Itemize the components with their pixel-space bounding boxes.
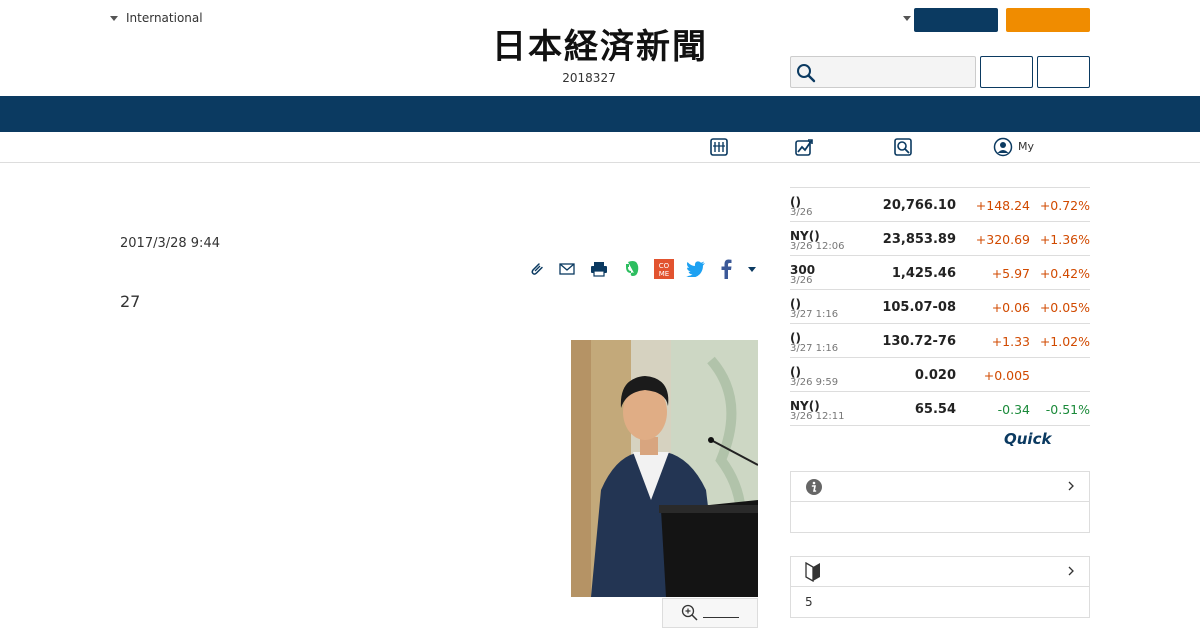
caret-down-icon <box>110 15 118 21</box>
article-lead: 27 <box>120 292 141 311</box>
table-icon[interactable] <box>709 137 729 157</box>
market-value: 130.72-76 <box>882 334 956 349</box>
beginner-box-body: 5 <box>791 587 1089 617</box>
chevron-right-icon <box>1068 481 1074 491</box>
edition-label: International <box>126 11 203 25</box>
login-button[interactable] <box>980 56 1033 88</box>
market-row[interactable]: () 3/26 9:59 0.020 +0.005 <box>790 358 1090 392</box>
evernote-icon[interactable] <box>621 258 643 280</box>
main-nav-bar <box>0 96 1200 132</box>
search-input[interactable] <box>790 56 976 88</box>
print-icon[interactable] <box>588 258 610 280</box>
market-change: +1.33 <box>991 334 1030 349</box>
beginner-box-header[interactable] <box>791 557 1089 587</box>
article-timestamp: 2017/3/28 9:44 <box>120 236 220 251</box>
market-change: -0.34 <box>997 402 1030 417</box>
market-percent: +0.42% <box>1039 266 1090 281</box>
article-photo[interactable] <box>571 340 758 597</box>
quick-logo[interactable]: Quick <box>1004 430 1051 448</box>
market-time: 3/26 12:11 <box>790 411 845 422</box>
zoom-underline <box>703 616 739 618</box>
market-time: 3/27 1:16 <box>790 343 839 354</box>
zoom-button[interactable] <box>662 598 758 628</box>
market-value: 105.07-08 <box>882 300 956 315</box>
clip-icon[interactable] <box>526 258 548 280</box>
market-value: 20,766.10 <box>882 198 956 213</box>
market-change: +320.69 <box>975 232 1030 247</box>
market-value: 0.020 <box>914 368 956 383</box>
market-percent: +1.02% <box>1039 334 1090 349</box>
market-change: +5.97 <box>991 266 1030 281</box>
trial-button[interactable] <box>1006 8 1090 32</box>
header-date: 2018327 <box>562 71 616 85</box>
edition-selector[interactable]: International <box>110 11 203 25</box>
market-time: 3/26 <box>790 207 813 218</box>
twitter-icon[interactable] <box>685 258 707 280</box>
caret-down-icon[interactable] <box>903 16 911 21</box>
market-value: 23,853.89 <box>882 232 956 247</box>
zoom-in-icon <box>681 604 698 621</box>
market-value: 1,425.46 <box>891 266 956 281</box>
mail-icon[interactable] <box>556 258 578 280</box>
subscribe-button[interactable] <box>914 8 998 32</box>
chevron-right-icon <box>1068 566 1074 576</box>
user-circle-icon[interactable] <box>993 137 1013 157</box>
info-icon <box>806 479 822 495</box>
market-row[interactable]: () 3/27 1:16 130.72-76 +1.33 +1.02% <box>790 324 1090 358</box>
market-row[interactable]: () 3/26 20,766.10 +148.24 +0.72% <box>790 188 1090 222</box>
caret-down-icon[interactable] <box>741 258 763 280</box>
chart-icon[interactable] <box>794 137 814 157</box>
beginner-mark-icon <box>805 562 820 582</box>
market-percent: -0.51% <box>1045 402 1090 417</box>
market-row[interactable]: () 3/27 1:16 105.07-08 +0.06 +0.05% <box>790 290 1090 324</box>
register-button[interactable] <box>1037 56 1090 88</box>
info-box-header[interactable] <box>791 472 1089 502</box>
market-row[interactable]: NY() 3/26 12:11 65.54 -0.34 -0.51% <box>790 392 1090 426</box>
site-logo[interactable]: 日本経済新聞 <box>452 26 748 68</box>
my-page-link[interactable]: My <box>1018 140 1034 153</box>
search-icon[interactable] <box>796 63 816 83</box>
market-row[interactable]: NY() 3/26 12:06 23,853.89 +320.69 +1.36% <box>790 222 1090 256</box>
market-row[interactable]: 300 3/26 1,425.46 +5.97 +0.42% <box>790 256 1090 290</box>
market-time: 3/26 12:06 <box>790 241 845 252</box>
come-icon[interactable]: CO ME <box>653 258 675 280</box>
market-percent: +1.36% <box>1039 232 1090 247</box>
market-data-table: () 3/26 20,766.10 +148.24 +0.72% NY() 3/26 12:… <box>790 187 1090 426</box>
market-change: +0.06 <box>991 300 1030 315</box>
info-box <box>790 471 1090 533</box>
market-change: +148.24 <box>975 198 1030 213</box>
magnifier-doc-icon[interactable] <box>893 137 913 157</box>
market-percent: +0.05% <box>1039 300 1090 315</box>
facebook-icon[interactable] <box>715 258 737 280</box>
svg-text:CO: CO <box>659 262 670 270</box>
info-box-body <box>791 502 1089 532</box>
market-change: +0.005 <box>983 368 1030 383</box>
market-percent: +0.72% <box>1039 198 1090 213</box>
market-time: 3/26 <box>790 275 813 286</box>
market-value: 65.54 <box>914 402 956 417</box>
beginner-count: 5 <box>805 595 813 609</box>
market-time: 3/26 9:59 <box>790 377 839 388</box>
beginner-box: 5 <box>790 556 1090 618</box>
market-time: 3/27 1:16 <box>790 309 839 320</box>
svg-text:ME: ME <box>659 270 669 278</box>
